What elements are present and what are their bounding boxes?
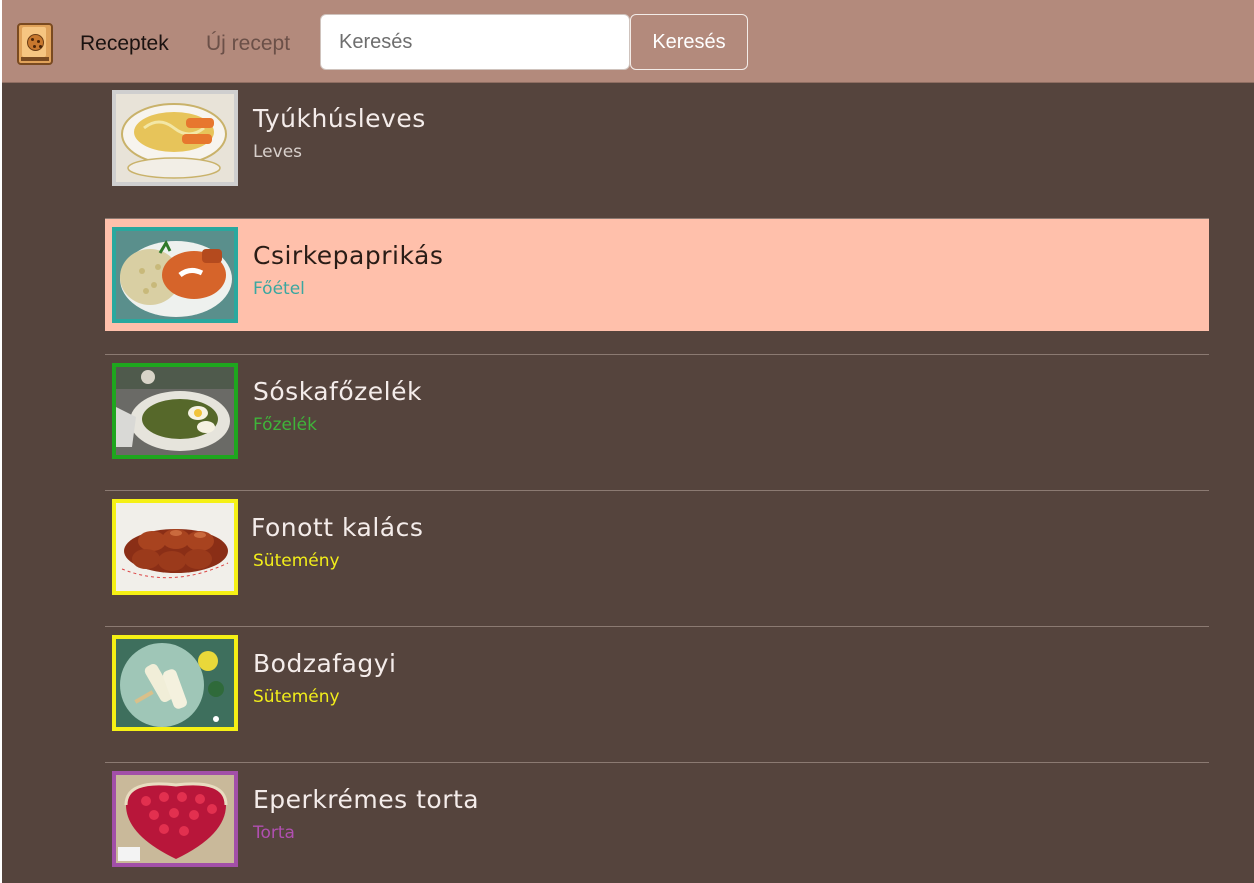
list-item[interactable]: Sóskafőzelék Főzelék [105,354,1209,490]
recipe-thumbnail [112,771,238,867]
recipe-thumbnail [112,499,238,595]
recipe-category: Leves [253,142,303,162]
nav-link-new-recipe[interactable]: Új recept [206,30,290,58]
recipe-thumbnail [112,90,238,186]
recipe-category: Főzelék [253,415,317,435]
recipe-thumbnail [112,363,238,459]
search-button[interactable]: Keresés [630,14,748,70]
recipe-title: Eperkrémes torta [253,785,480,814]
recipe-category: Sütemény [253,687,340,707]
list-item[interactable]: Eperkrémes torta Torta [105,762,1209,883]
list-item[interactable]: Tyúkhúsleves Leves [105,82,1209,218]
list-item[interactable]: Fonott kalács Sütemény [105,490,1209,626]
recipe-title: Sóskafőzelék [253,377,422,406]
recipe-thumbnail [112,227,238,323]
list-item[interactable]: Bodzafagyi Sütemény [105,626,1209,762]
list-item[interactable]: Csirkepaprikás Főétel [105,218,1209,354]
recipe-book-icon[interactable] [17,23,53,65]
recipe-thumbnail [112,635,238,731]
recipe-title: Bodzafagyi [253,649,397,678]
recipe-title: Tyúkhúsleves [253,104,426,133]
recipe-category: Főétel [253,279,305,299]
recipe-list: Tyúkhúsleves Leves Csirkepaprikás Főétel… [105,82,1209,883]
search-input[interactable] [320,14,630,70]
recipe-title: Fonott kalács [251,513,424,542]
active-row-highlight [105,219,1209,331]
recipe-category: Sütemény [253,551,340,571]
recipe-title: Csirkepaprikás [253,241,444,270]
cookie-icon [27,34,44,51]
recipe-category: Torta [253,823,295,843]
nav-link-recipes[interactable]: Receptek [80,30,169,58]
app-frame: Receptek Új recept Keresés Tyúkhúsleves … [2,0,1254,883]
navbar: Receptek Új recept Keresés [2,0,1254,83]
